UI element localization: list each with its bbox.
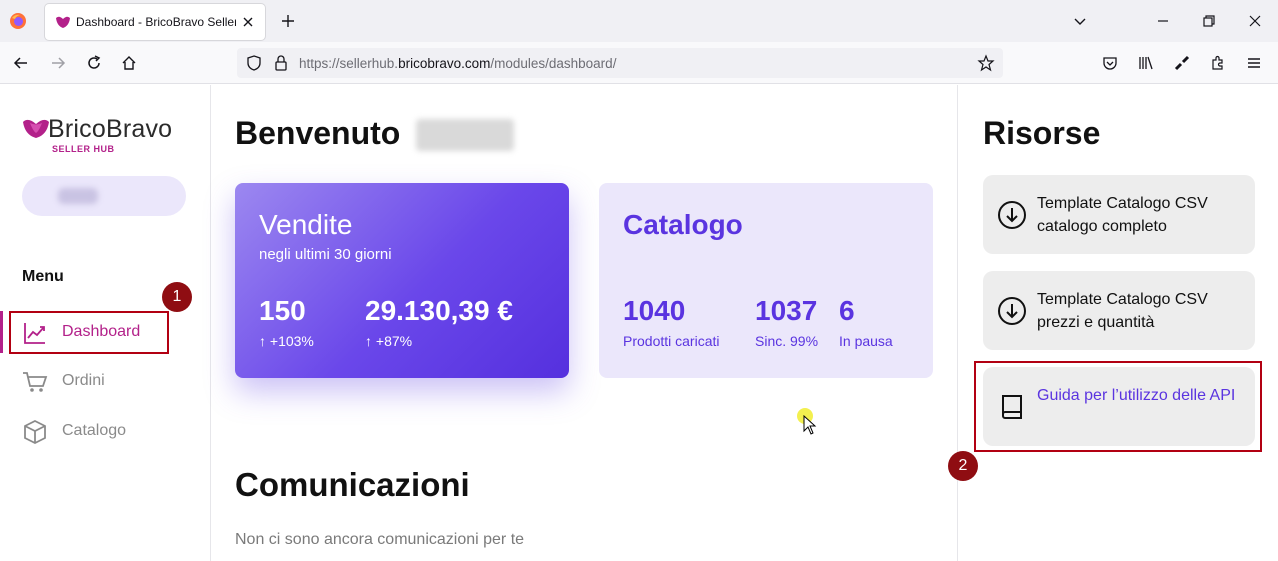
- catalog-uploaded-count: 1040: [623, 295, 686, 326]
- resource-price-quantity-template[interactable]: Template Catalogo CSV prezzi e quantità: [983, 271, 1255, 350]
- minimize-icon[interactable]: [1154, 12, 1172, 30]
- catalog-synced-count: 1037: [755, 295, 818, 326]
- catalog-card[interactable]: Catalogo 1040 Prodotti caricati 1037 Sin…: [599, 183, 933, 378]
- shield-icon[interactable]: [245, 54, 263, 72]
- communications-heading: Comunicazioni: [235, 466, 470, 503]
- catalog-uploaded-label: Prodotti caricati: [623, 333, 720, 349]
- sidebar-item-catalogo[interactable]: Catalogo: [0, 411, 211, 451]
- sales-revenue-change: ↑ +87%: [365, 333, 413, 349]
- reload-icon[interactable]: [85, 54, 103, 72]
- user-account-pill[interactable]: [22, 176, 186, 216]
- sidebar-item-label: Ordini: [62, 372, 105, 389]
- url-text: https://sellerhub.bricobravo.com/modules…: [299, 56, 616, 71]
- sales-title: Vendite: [259, 209, 353, 240]
- redacted-welcome-name: [416, 119, 514, 151]
- sales-subtitle: negli ultimi 30 giorni: [259, 246, 392, 263]
- extension-tool-icon[interactable]: [1173, 54, 1191, 72]
- lock-icon[interactable]: [272, 54, 290, 72]
- page-title: Benvenuto: [235, 115, 401, 151]
- back-icon[interactable]: [12, 54, 30, 72]
- cart-icon: [23, 372, 48, 392]
- tab-list-icon[interactable]: [1071, 12, 1089, 30]
- download-icon: [998, 297, 1026, 325]
- catalog-title: Catalogo: [623, 209, 743, 240]
- catalog-paused-label: In pausa: [839, 333, 893, 349]
- sales-count-change: ↑ +103%: [259, 333, 314, 349]
- annotation-marker-1: 1: [162, 282, 192, 312]
- browser-nav-bar: https://sellerhub.bricobravo.com/modules…: [0, 42, 1278, 84]
- catalog-synced-label: Sinc. 99%: [755, 333, 819, 349]
- close-tab-icon[interactable]: [239, 13, 257, 31]
- mouse-cursor-icon: [803, 415, 817, 435]
- annotation-box-1: [9, 311, 169, 354]
- hamburger-menu-icon[interactable]: [1245, 54, 1263, 72]
- sidebar-item-label: Catalogo: [62, 422, 127, 439]
- url-bar[interactable]: https://sellerhub.bricobravo.com/modules…: [237, 48, 1003, 78]
- extensions-icon[interactable]: [1209, 54, 1227, 72]
- bricobravo-favicon-icon: [56, 16, 70, 28]
- logo-text: BricoBravo: [48, 115, 173, 143]
- library-icon[interactable]: [1137, 54, 1155, 72]
- communications-empty-text: Non ci sono ancora comunicazioni per te: [235, 531, 525, 548]
- firefox-icon[interactable]: [9, 12, 27, 30]
- annotation-marker-2: 2: [948, 451, 978, 481]
- new-tab-icon[interactable]: [279, 12, 297, 30]
- url-prefix: https://sellerhub.: [299, 56, 399, 71]
- browser-tab[interactable]: Dashboard - BricoBravo Seller Hub: [45, 4, 265, 40]
- restore-icon[interactable]: [1200, 12, 1218, 30]
- home-icon[interactable]: [120, 54, 138, 72]
- resource-label: Template Catalogo CSV prezzi e quantità: [1037, 291, 1208, 331]
- tab-title: Dashboard - BricoBravo Seller Hub: [76, 15, 236, 29]
- box-icon: [24, 419, 46, 445]
- download-icon: [998, 201, 1026, 229]
- sidebar-item-ordini[interactable]: Ordini: [0, 361, 211, 401]
- sales-revenue: 29.130,39 €: [365, 295, 513, 326]
- browser-tab-bar: Dashboard - BricoBravo Seller Hub: [0, 0, 1278, 42]
- annotation-box-2: [974, 361, 1262, 452]
- forward-icon[interactable]: [49, 54, 67, 72]
- resources-panel: Risorse Template Catalogo CSV catalogo c…: [957, 85, 1278, 561]
- bricobravo-heart-icon: [23, 119, 49, 138]
- logo-subtitle: SELLER HUB: [52, 144, 115, 154]
- main-content: Benvenuto Vendite negli ultimi 30 giorni…: [211, 85, 957, 561]
- bricobravo-logo[interactable]: BricoBravo SELLER HUB: [22, 115, 192, 159]
- url-domain: bricobravo.com: [398, 56, 491, 71]
- menu-heading: Menu: [22, 268, 64, 285]
- close-window-icon[interactable]: [1246, 12, 1264, 30]
- pocket-icon[interactable]: [1101, 54, 1119, 72]
- redacted-user-name: [58, 188, 98, 204]
- url-path: /modules/dashboard/: [490, 56, 617, 71]
- catalog-paused-count: 6: [839, 295, 855, 326]
- bookmark-star-icon[interactable]: [977, 54, 995, 72]
- sales-card[interactable]: Vendite negli ultimi 30 giorni 150 ↑ +10…: [235, 183, 569, 378]
- resource-catalog-full-template[interactable]: Template Catalogo CSV catalogo completo: [983, 175, 1255, 254]
- resources-heading: Risorse: [983, 115, 1101, 151]
- sales-count: 150: [259, 295, 306, 326]
- resource-label: Template Catalogo CSV catalogo completo: [1037, 195, 1208, 235]
